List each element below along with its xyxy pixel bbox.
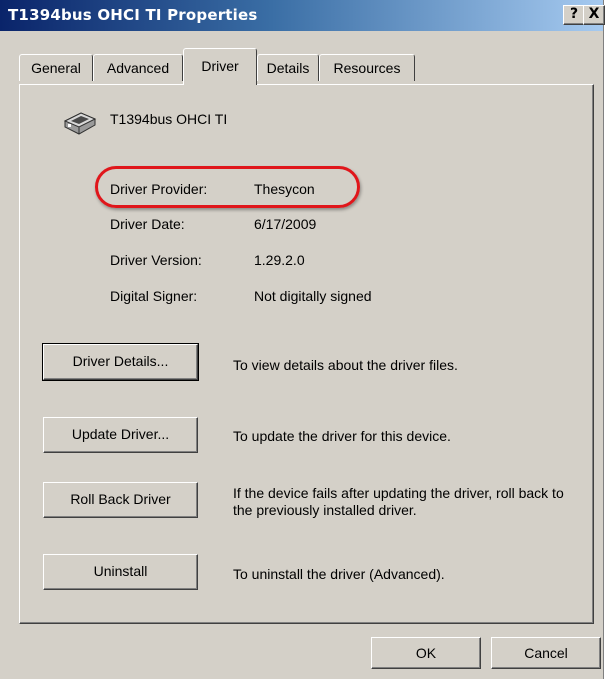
- tab-advanced[interactable]: Advanced: [93, 54, 183, 81]
- driver-tab-panel: [19, 84, 594, 624]
- window-title: T1394bus OHCI TI Properties: [8, 6, 258, 24]
- tab-general[interactable]: General: [19, 54, 93, 81]
- title-bar[interactable]: T1394bus OHCI TI Properties ? X: [0, 0, 605, 31]
- close-button[interactable]: X: [583, 5, 605, 25]
- tab-driver[interactable]: Driver: [183, 48, 257, 85]
- tab-resources[interactable]: Resources: [319, 54, 415, 81]
- properties-dialog: T1394bus OHCI TI Properties ? X General …: [0, 0, 605, 679]
- tab-details[interactable]: Details: [257, 54, 319, 81]
- ok-button[interactable]: OK: [371, 637, 481, 669]
- help-button[interactable]: ?: [563, 5, 585, 25]
- cancel-button[interactable]: Cancel: [491, 637, 601, 669]
